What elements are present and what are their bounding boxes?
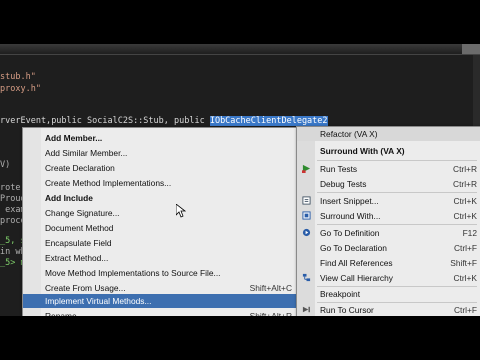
menu-item-label: Surround With (VA X) <box>320 146 405 156</box>
mouse-cursor-icon <box>176 204 186 218</box>
menu-separator <box>317 192 477 193</box>
menu-item-label: Go To Declaration <box>320 243 387 253</box>
letterbox-top <box>0 0 480 44</box>
menu-item-move-method-implementations[interactable]: Move Method Implementations to Source Fi… <box>23 266 296 280</box>
menu-item-add-include[interactable]: Add Include <box>23 191 296 205</box>
menu-item-encapsulate-field[interactable]: Encapsulate Field <box>23 236 296 250</box>
menu-item-go-to-declaration[interactable]: Go To Declaration Ctrl+F <box>297 241 480 255</box>
menu-item-insert-snippet[interactable]: Insert Snippet... Ctrl+K <box>297 194 480 208</box>
editor-context-menu: Refactor (VA X) Surround With (VA X) Run… <box>296 126 480 318</box>
menu-item-run-tests[interactable]: Run Tests Ctrl+R <box>297 162 480 176</box>
menu-item-surround-with-vax[interactable]: Surround With (VA X) <box>297 144 480 158</box>
code-line: proxy.h" <box>0 84 41 94</box>
menu-item-shortcut: Ctrl+K <box>453 273 477 283</box>
menu-item-label: Go To Definition <box>320 228 380 238</box>
menu-item-shortcut: Shift+Alt+C <box>249 283 292 293</box>
refactor-submenu: Add Member... Add Similar Member... Crea… <box>22 127 297 321</box>
menu-item-shortcut: Shift+F <box>450 258 477 268</box>
menu-item-label: Run To Cursor <box>320 305 374 315</box>
run-cursor-icon <box>302 306 310 313</box>
menu-item-label: Add Similar Member... <box>45 148 128 158</box>
menu-item-refactor-vax[interactable]: Refactor (VA X) <box>297 127 480 141</box>
selected-identifier[interactable]: IObCacheClientDelegate2 <box>209 116 328 126</box>
menu-item-view-call-hierarchy[interactable]: View Call Hierarchy Ctrl+K <box>297 271 480 285</box>
menu-item-shortcut: Ctrl+R <box>453 164 477 174</box>
menu-item-label: Insert Snippet... <box>320 196 379 206</box>
menu-item-run-to-cursor[interactable]: Run To Cursor Ctrl+F <box>297 303 480 317</box>
run-tests-icon <box>302 164 311 173</box>
menu-item-shortcut: Ctrl+K <box>453 196 477 206</box>
menu-item-label: Encapsulate Field <box>45 238 112 248</box>
call-hierarchy-icon <box>302 273 311 282</box>
menu-item-label: Create Method Implementations... <box>45 178 172 188</box>
goto-definition-icon <box>302 228 311 237</box>
menu-item-label: Refactor (VA X) <box>320 129 378 139</box>
menu-item-label: Add Include <box>45 193 93 203</box>
editor-tab-strip <box>0 44 480 55</box>
menu-item-change-signature[interactable]: Change Signature... <box>23 206 296 220</box>
menu-item-add-member[interactable]: Add Member... <box>23 131 296 145</box>
code-text: rverEvent, <box>0 116 52 126</box>
menu-item-add-similar-member[interactable]: Add Similar Member... <box>23 146 296 160</box>
letterbox-bottom <box>0 316 480 360</box>
menu-item-label: Move Method Implementations to Source Fi… <box>45 268 221 278</box>
menu-item-implement-virtual-methods[interactable]: Implement Virtual Methods... <box>23 294 296 308</box>
menu-item-breakpoint[interactable]: Breakpoint <box>297 287 480 301</box>
menu-item-extract-method[interactable]: Extract Method... <box>23 251 296 265</box>
menu-item-go-to-definition[interactable]: Go To Definition F12 <box>297 226 480 240</box>
menu-item-create-declaration[interactable]: Create Declaration <box>23 161 296 175</box>
menu-item-label: View Call Hierarchy <box>320 273 393 283</box>
menu-item-shortcut: Ctrl+K <box>453 211 477 221</box>
menu-item-label: Debug Tests <box>320 179 367 189</box>
menu-item-document-method[interactable]: Document Method <box>23 221 296 235</box>
menu-item-debug-tests[interactable]: Debug Tests Ctrl+R <box>297 177 480 191</box>
code-line: stub.h" <box>0 72 36 82</box>
menu-item-label: Breakpoint <box>320 289 361 299</box>
menu-item-shortcut: Ctrl+R <box>453 179 477 189</box>
menu-item-shortcut: F12 <box>462 228 477 238</box>
menu-item-surround-with[interactable]: Surround With... Ctrl+K <box>297 209 480 223</box>
menu-item-label: Change Signature... <box>45 208 120 218</box>
code-line: V) <box>0 160 11 170</box>
menu-item-label: Create From Usage... <box>45 283 126 293</box>
menu-item-label: Implement Virtual Methods... <box>45 296 152 306</box>
tab-overflow[interactable] <box>462 44 480 54</box>
menu-item-create-method-implementations[interactable]: Create Method Implementations... <box>23 176 296 190</box>
menu-item-label: Find All References <box>320 258 393 268</box>
menu-item-shortcut: Ctrl+F <box>453 305 477 315</box>
surround-icon <box>302 211 311 220</box>
menu-item-label: Document Method <box>45 223 114 233</box>
menu-item-shortcut: Ctrl+F <box>453 243 477 253</box>
menu-item-find-all-references[interactable]: Find All References Shift+F <box>297 256 480 270</box>
code-line-class-decl: rverEvent,public SocialC2S::Stub, public… <box>0 115 328 127</box>
menu-item-label: Create Declaration <box>45 163 115 173</box>
menu-separator <box>317 224 477 225</box>
menu-separator <box>317 160 477 161</box>
menu-item-label: Surround With... <box>320 211 381 221</box>
code-text: public SocialC2S::Stub, public <box>51 116 210 126</box>
menu-item-create-from-usage[interactable]: Create From Usage... Shift+Alt+C <box>23 281 296 295</box>
menu-item-label: Run Tests <box>320 164 358 174</box>
menu-item-label: Add Member... <box>45 133 103 143</box>
menu-item-label: Extract Method... <box>45 253 109 263</box>
snippet-icon <box>302 196 311 205</box>
